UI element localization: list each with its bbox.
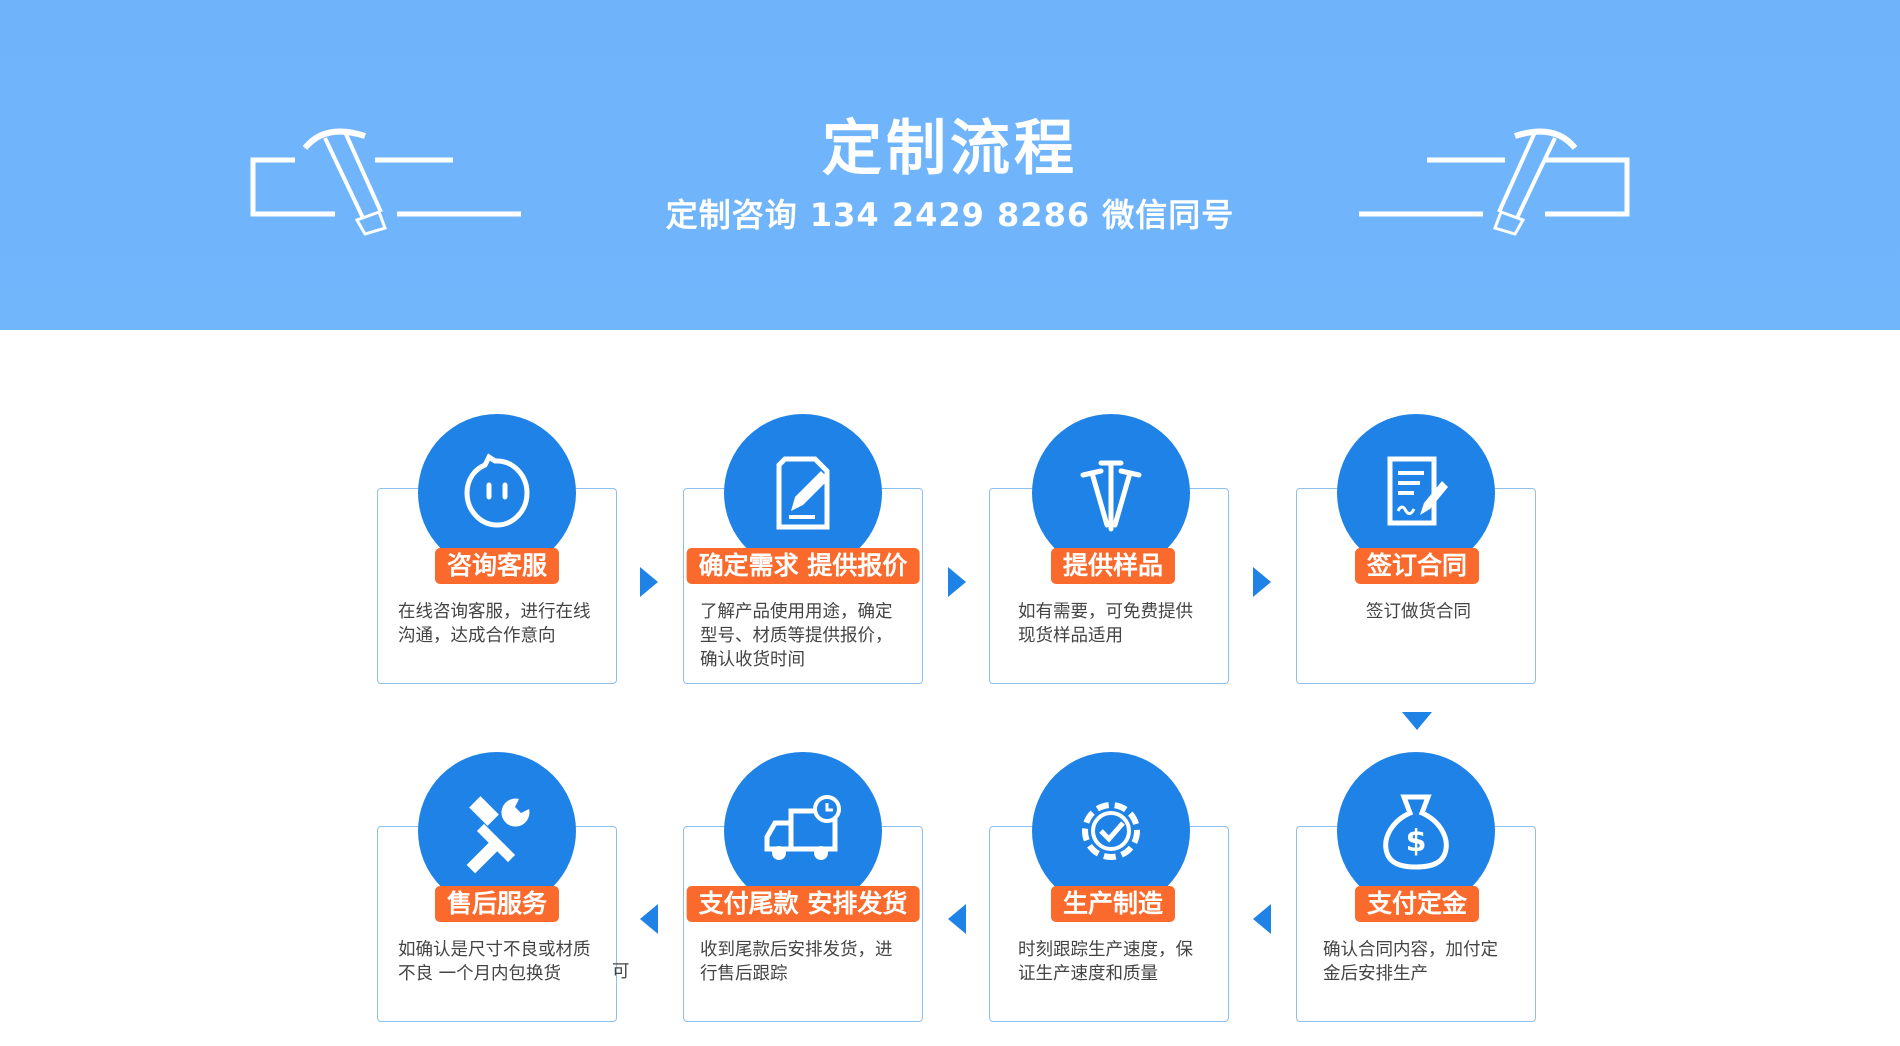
step-desc-aftersale: 如确认是尺寸不良或材质 不良 一个月内包换货: [398, 940, 591, 984]
header-banner: 定制流程 定制咨询 134 2429 8286 微信同号: [0, 0, 1900, 330]
delivery-truck-icon: [764, 795, 841, 860]
flow-arrow-down: [1402, 712, 1432, 730]
flow-arrow-right-3: [1253, 567, 1271, 597]
step-title-sample: 提供样品: [1050, 548, 1176, 584]
step-desc-production: 时刻跟踪生产速度，保 证生产速度和质量: [1018, 940, 1193, 984]
contract-sign-icon: [1387, 456, 1448, 526]
step-desc-sample: 如有需要，可免费提供 现货样品适用: [1018, 602, 1193, 646]
flow-arrow-left-3: [1253, 904, 1271, 934]
tools-icon: [466, 796, 530, 874]
chat-bubble-icon: [464, 453, 530, 528]
flow-arrow-left-1: [640, 904, 658, 934]
step-title-consult: 咨询客服: [434, 548, 560, 584]
step-desc-quote: 了解产品使用用途，确定 型号、材质等提供报价， 确认收货时间: [700, 602, 893, 670]
pushpin-left-icon: [250, 128, 521, 236]
gear-check-icon: [1082, 802, 1140, 860]
svg-text:$: $: [1406, 824, 1427, 859]
money-bag-icon: $: [1383, 794, 1449, 870]
flow-arrow-left-2: [948, 904, 966, 934]
step-title-quote: 确定需求 提供报价: [686, 548, 920, 584]
step-title-production: 生产制造: [1050, 886, 1176, 922]
document-edit-icon: [776, 456, 830, 530]
step-title-contract: 签订合同: [1354, 548, 1480, 584]
flow-arrow-right-2: [948, 567, 966, 597]
step-desc-consult: 在线咨询客服，进行在线 沟通，达成合作意向: [398, 602, 591, 646]
step-desc-contract: 签订做货合同: [1366, 602, 1471, 622]
nails-icon: [1080, 460, 1142, 532]
flow-arrow-right-1: [640, 567, 658, 597]
step-desc-aftersale-extra: 可: [612, 962, 630, 982]
step-title-deposit: 支付定金: [1354, 886, 1480, 922]
step-desc-payment: 收到尾款后安排发货，进 行售后跟踪: [700, 940, 893, 984]
step-desc-deposit: 确认合同内容，加付定 金后安排生产: [1323, 940, 1498, 984]
step-title-aftersale: 售后服务: [434, 886, 560, 922]
step-title-payment: 支付尾款 安排发货: [686, 886, 920, 922]
pushpin-right-icon: [1359, 128, 1630, 236]
